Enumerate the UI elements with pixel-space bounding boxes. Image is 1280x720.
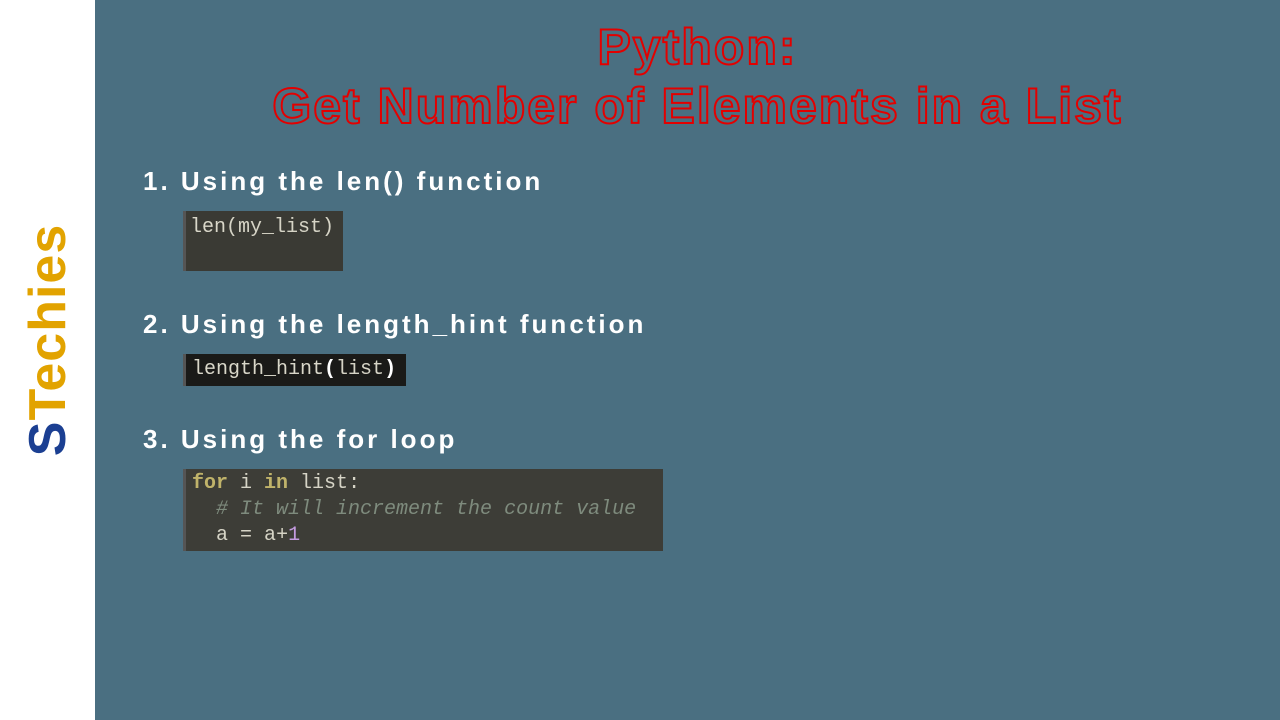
code-block-len: len(my_list) xyxy=(183,211,343,271)
logo-part-s: S xyxy=(19,421,77,457)
plus-sign: + xyxy=(276,524,288,547)
code-arg: list xyxy=(336,358,384,381)
code-open: ( xyxy=(324,358,336,381)
code-arg: my_list xyxy=(238,216,322,239)
var-a-rhs: a xyxy=(252,524,276,547)
code-fn: len xyxy=(190,216,226,239)
code-fn: length_hint xyxy=(192,358,324,381)
section-2: 2. Using the length_hint function length… xyxy=(143,309,1260,408)
var-i: i xyxy=(228,472,264,495)
logo-part-t: T xyxy=(19,392,77,421)
comment-line: # It will increment the count value xyxy=(216,498,636,521)
num-one: 1 xyxy=(288,524,300,547)
left-sidebar: STechies xyxy=(0,0,95,720)
var-list: list xyxy=(288,472,348,495)
eq-sign: = xyxy=(240,524,252,547)
section-1: 1. Using the len() function len(my_list) xyxy=(143,166,1260,293)
code-block-forloop: for i in list: # It will increment the c… xyxy=(183,469,663,551)
section-2-heading: 2. Using the length_hint function xyxy=(143,309,1260,340)
brand-logo: STechies xyxy=(18,224,78,456)
section-1-heading: 1. Using the len() function xyxy=(143,166,1260,197)
kw-for: for xyxy=(192,472,228,495)
title-line-1: Python: xyxy=(135,18,1260,77)
section-3: 3. Using the for loop for i in list: # I… xyxy=(143,424,1260,573)
colon: : xyxy=(348,472,360,495)
var-a-lhs: a xyxy=(216,524,240,547)
title-line-2: Get Number of Elements in a List xyxy=(135,77,1260,136)
code-block-lengthhint: length_hint(list) xyxy=(183,354,406,386)
code-open: ( xyxy=(226,216,238,239)
code-close: ) xyxy=(322,216,334,239)
section-3-heading: 3. Using the for loop xyxy=(143,424,1260,455)
main-panel: Python: Get Number of Elements in a List… xyxy=(95,0,1280,720)
slide-title: Python: Get Number of Elements in a List xyxy=(135,18,1260,136)
logo-part-rest: echies xyxy=(19,224,77,392)
code-close: ) xyxy=(384,358,396,381)
kw-in: in xyxy=(264,472,288,495)
